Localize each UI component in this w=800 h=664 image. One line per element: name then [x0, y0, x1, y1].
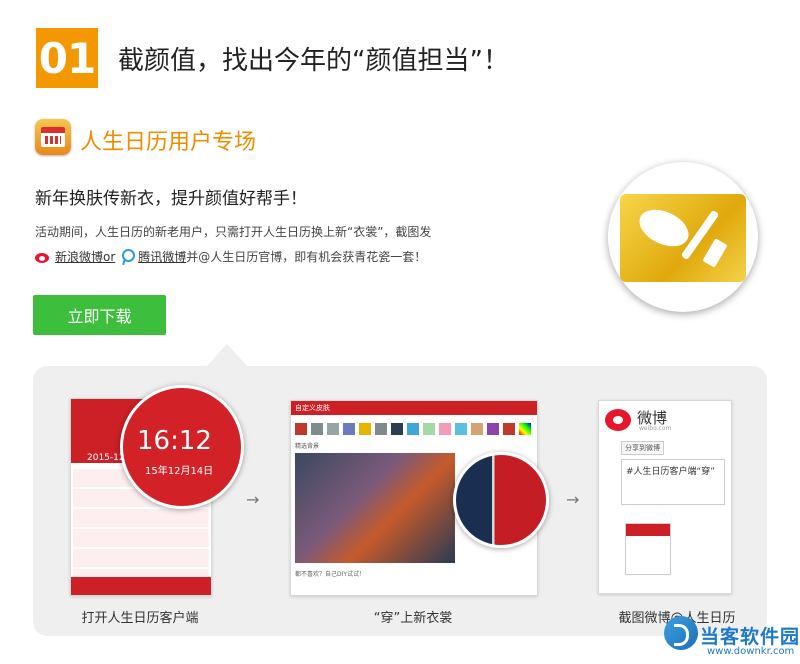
tencent-weibo-icon — [121, 248, 136, 265]
weibo-compose-box: #人生日历客户端“穿” — [621, 459, 725, 505]
description-line-2: 新浪微博or 腾讯微博 并@人生日历官博，即有机会获青花瓷一套！ — [35, 248, 426, 265]
product-image — [608, 162, 758, 312]
watermark-name: 当客软件园 — [700, 626, 800, 648]
description-line-1: 活动期间，人生日历的新老用户，只需打开人生日历换上新“衣裳”，截图发 — [35, 225, 432, 239]
sina-weibo-link[interactable]: 新浪微博or — [55, 248, 115, 265]
app-name: 人生日历用户专场 — [80, 130, 257, 155]
clock-zoom-circle: 16:12 15年12月14日 — [120, 385, 244, 509]
step-title: 截颜值，找出今年的“颜值担当”！ — [118, 46, 509, 76]
weibo-logo-icon — [605, 409, 631, 431]
skin-thumbnails — [295, 453, 455, 563]
step-caption-1: 打开人生日历客户端 — [81, 611, 199, 626]
arrow-icon: → — [246, 490, 260, 509]
tencent-weibo-link[interactable]: 腾讯微博 — [138, 248, 186, 265]
skin-section-label: 精选背景 — [295, 443, 320, 450]
skin-footer-text: 都不喜欢？自己DIY试试！ — [295, 571, 366, 578]
description-line-2-text: 并@人生日历官博，即有机会获青花瓷一套！ — [186, 250, 427, 264]
download-button[interactable]: 立即下载 — [33, 295, 166, 335]
skin-dialog-title: 自定义皮肤 — [295, 404, 330, 412]
tagline: 新年换肤传新衣，提升颜值好帮手！ — [35, 189, 307, 209]
weibo-url: weibo.com — [639, 425, 672, 432]
screenshot-thumbnail — [625, 523, 671, 575]
arrow-icon: → — [566, 490, 580, 509]
panel-pointer — [205, 344, 249, 368]
weibo-share-screenshot: 微博 weibo.com 分享到微博 #人生日历客户端“穿” — [598, 400, 732, 594]
calendar-app-icon — [35, 119, 71, 155]
weibo-share-tab: 分享到微博 — [621, 441, 664, 455]
watermark-url: www.downkr.com — [707, 646, 795, 657]
clock-date: 15年12月14日 — [145, 466, 214, 477]
step-number-badge: 01 — [36, 28, 98, 88]
color-swatches — [295, 423, 531, 435]
weibo-icon — [35, 250, 52, 264]
skin-zoom-circle — [453, 452, 549, 548]
downkr-logo-icon — [664, 616, 698, 650]
clock-time: 16:12 — [137, 426, 212, 456]
step-caption-2: “穿”上新衣裳 — [373, 611, 453, 626]
calendar-month: 2015-12 — [87, 453, 125, 463]
